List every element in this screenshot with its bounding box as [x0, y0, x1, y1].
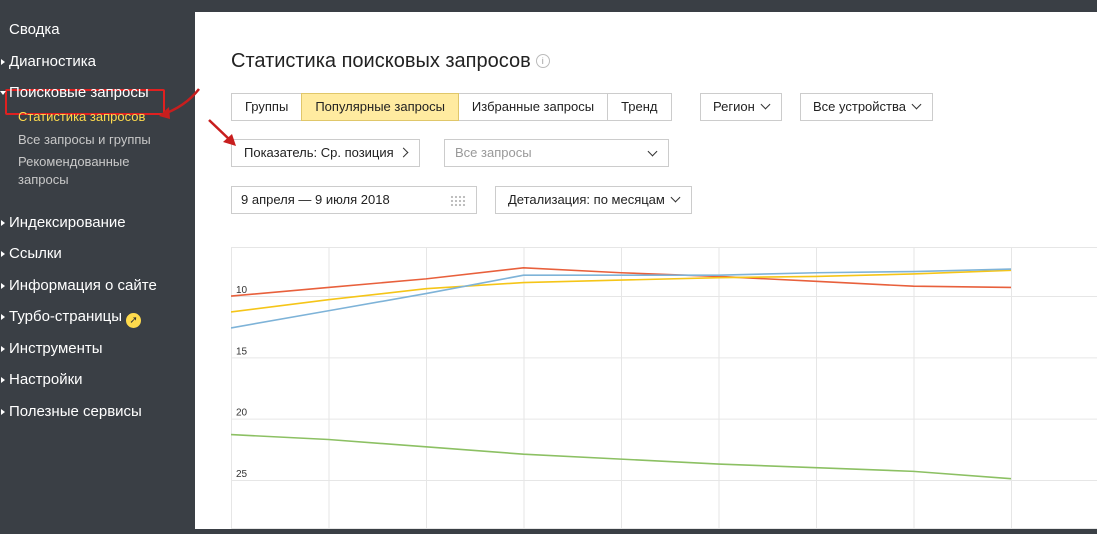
sidebar-subitem-all-queries[interactable]: Все запросы и группы [18, 131, 151, 149]
top-bar [0, 0, 1097, 12]
triangle-right-icon [1, 346, 5, 352]
chart-border [232, 248, 1097, 529]
detail-button[interactable]: Детализация: по месяцам [495, 186, 692, 214]
region-button[interactable]: Регион [700, 93, 782, 121]
chevron-down-icon [912, 100, 922, 110]
chevron-down-icon [648, 147, 658, 157]
tab-group: Группы Популярные запросы Избранные запр… [231, 93, 672, 121]
sidebar-item-indexing[interactable]: Индексирование [9, 214, 126, 232]
info-icon[interactable]: i [536, 54, 550, 68]
chevron-down-icon [670, 193, 680, 203]
devices-button[interactable]: Все устройства [800, 93, 933, 121]
sidebar-item-site-info[interactable]: Информация о сайте [9, 277, 157, 295]
sidebar-item-search-queries[interactable]: Поисковые запросы [9, 84, 149, 102]
triangle-right-icon [1, 409, 5, 415]
position-chart: 10152025 [231, 247, 1097, 534]
sidebar-subitem-recommended-line2[interactable]: запросы [18, 171, 69, 189]
sidebar-item-turbo-pages[interactable]: Турбо-страницы➚ [9, 308, 141, 328]
date-range-input[interactable]: 9 апреля — 9 июля 2018 [231, 186, 477, 214]
chevron-down-icon [760, 100, 770, 110]
queries-select[interactable]: Все запросы [444, 139, 669, 167]
page-title: Статистика поисковых запросовi [231, 50, 550, 73]
sidebar-item-diagnostics[interactable]: Диагностика [9, 53, 96, 71]
chart-svg: 10152025 [231, 247, 1097, 529]
sidebar-item-summary[interactable]: Сводка [9, 21, 60, 39]
indicator-button[interactable]: Показатель: Ср. позиция [231, 139, 420, 167]
chevron-right-icon [398, 148, 408, 158]
triangle-right-icon [1, 220, 5, 226]
chart-ytick-label: 15 [236, 346, 248, 357]
tab-groups[interactable]: Группы [231, 93, 302, 121]
sidebar: Сводка Диагностика Поисковые запросы Ста… [0, 12, 195, 529]
chart-ytick-label: 25 [236, 469, 248, 480]
triangle-right-icon [1, 314, 5, 320]
sidebar-subitem-query-stats[interactable]: Статистика запросов [18, 108, 145, 126]
sidebar-subitem-recommended[interactable]: Рекомендованные [18, 153, 129, 171]
calendar-icon[interactable] [450, 195, 466, 206]
tab-trend[interactable]: Тренд [607, 93, 671, 121]
sidebar-item-useful-services[interactable]: Полезные сервисы [9, 403, 142, 421]
sidebar-item-tools[interactable]: Инструменты [9, 340, 103, 358]
tab-favorite-queries[interactable]: Избранные запросы [458, 93, 608, 121]
triangle-right-icon [1, 251, 5, 257]
rocket-icon: ➚ [126, 313, 141, 328]
main-panel: Статистика поисковых запросовi Группы По… [195, 12, 1097, 529]
sidebar-item-links[interactable]: Ссылки [9, 245, 62, 263]
sidebar-item-settings[interactable]: Настройки [9, 371, 83, 389]
chart-ytick-label: 20 [236, 408, 248, 419]
triangle-right-icon [1, 377, 5, 383]
triangle-down-icon [0, 91, 6, 95]
tab-popular-queries[interactable]: Популярные запросы [301, 93, 459, 121]
triangle-right-icon [1, 59, 5, 65]
triangle-right-icon [1, 283, 5, 289]
